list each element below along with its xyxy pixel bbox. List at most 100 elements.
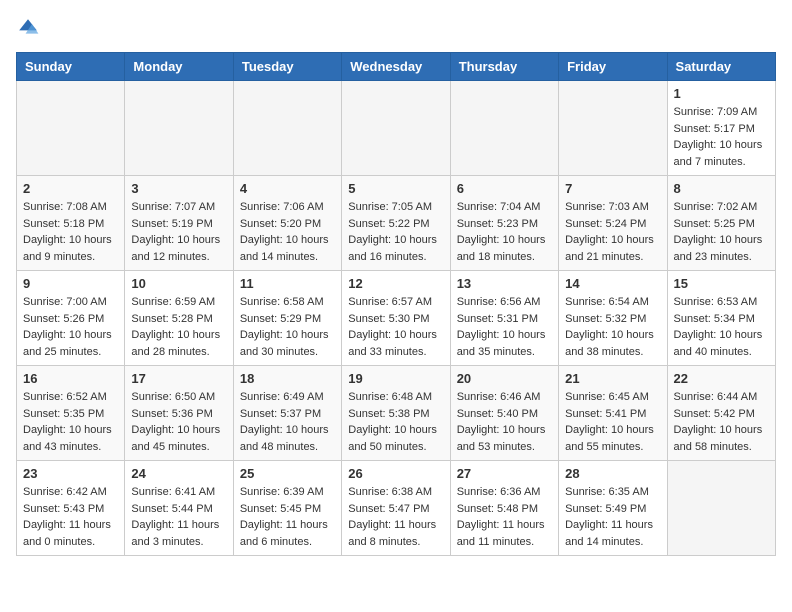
day-number: 24 [131,466,226,481]
calendar-cell: 7 Sunrise: 7:03 AM Sunset: 5:24 PM Daylig… [559,176,667,271]
day-number: 10 [131,276,226,291]
day-info: Sunrise: 6:53 AM Sunset: 5:34 PM Dayligh… [674,294,769,360]
calendar-cell: 19 Sunrise: 6:48 AM Sunset: 5:38 PM Dayli… [342,366,450,461]
day-info: Sunrise: 7:08 AM Sunset: 5:18 PM Dayligh… [23,199,118,265]
calendar-cell: 6 Sunrise: 7:04 AM Sunset: 5:23 PM Daylig… [450,176,558,271]
day-number: 22 [674,371,769,386]
day-info: Sunrise: 7:02 AM Sunset: 5:25 PM Dayligh… [674,199,769,265]
calendar-table: SundayMondayTuesdayWednesdayThursdayFrid… [16,52,776,556]
day-info: Sunrise: 6:36 AM Sunset: 5:48 PM Dayligh… [457,484,552,550]
day-info: Sunrise: 6:44 AM Sunset: 5:42 PM Dayligh… [674,389,769,455]
calendar-cell [17,81,125,176]
day-info: Sunrise: 6:49 AM Sunset: 5:37 PM Dayligh… [240,389,335,455]
calendar-cell [125,81,233,176]
day-number: 3 [131,181,226,196]
day-number: 8 [674,181,769,196]
day-info: Sunrise: 6:50 AM Sunset: 5:36 PM Dayligh… [131,389,226,455]
logo-icon [16,16,40,40]
day-number: 13 [457,276,552,291]
calendar-header-wednesday: Wednesday [342,53,450,81]
calendar-cell [342,81,450,176]
day-info: Sunrise: 7:04 AM Sunset: 5:23 PM Dayligh… [457,199,552,265]
calendar-cell: 25Sunrise: 6:39 AM Sunset: 5:45 PM Dayli… [233,461,341,556]
day-info: Sunrise: 7:00 AM Sunset: 5:26 PM Dayligh… [23,294,118,360]
calendar-week-row: 16 Sunrise: 6:52 AM Sunset: 5:35 PM Dayli… [17,366,776,461]
day-number: 26 [348,466,443,481]
calendar-header-saturday: Saturday [667,53,775,81]
calendar-cell [233,81,341,176]
day-info: Sunrise: 6:52 AM Sunset: 5:35 PM Dayligh… [23,389,118,455]
calendar-cell: 15 Sunrise: 6:53 AM Sunset: 5:34 PM Dayli… [667,271,775,366]
calendar-cell [450,81,558,176]
calendar-cell: 10Sunrise: 6:59 AM Sunset: 5:28 PM Dayli… [125,271,233,366]
calendar-cell: 3 Sunrise: 7:07 AM Sunset: 5:19 PM Daylig… [125,176,233,271]
day-number: 16 [23,371,118,386]
calendar-cell: 18 Sunrise: 6:49 AM Sunset: 5:37 PM Dayli… [233,366,341,461]
calendar-cell: 9 Sunrise: 7:00 AM Sunset: 5:26 PM Daylig… [17,271,125,366]
day-info: Sunrise: 6:35 AM Sunset: 5:49 PM Dayligh… [565,484,660,550]
day-info: Sunrise: 6:45 AM Sunset: 5:41 PM Dayligh… [565,389,660,455]
day-number: 9 [23,276,118,291]
calendar-week-row: 23 Sunrise: 6:42 AM Sunset: 5:43 PM Dayli… [17,461,776,556]
calendar-week-row: 9 Sunrise: 7:00 AM Sunset: 5:26 PM Daylig… [17,271,776,366]
day-number: 25 [240,466,335,481]
calendar-header-tuesday: Tuesday [233,53,341,81]
day-number: 15 [674,276,769,291]
day-info: Sunrise: 6:46 AM Sunset: 5:40 PM Dayligh… [457,389,552,455]
calendar-cell: 4Sunrise: 7:06 AM Sunset: 5:20 PM Daylig… [233,176,341,271]
day-info: Sunrise: 6:48 AM Sunset: 5:38 PM Dayligh… [348,389,443,455]
day-info: Sunrise: 6:38 AM Sunset: 5:47 PM Dayligh… [348,484,443,550]
calendar-cell: 21 Sunrise: 6:45 AM Sunset: 5:41 PM Dayli… [559,366,667,461]
day-info: Sunrise: 7:09 AM Sunset: 5:17 PM Dayligh… [674,104,769,170]
calendar-header-row: SundayMondayTuesdayWednesdayThursdayFrid… [17,53,776,81]
day-number: 20 [457,371,552,386]
day-info: Sunrise: 6:54 AM Sunset: 5:32 PM Dayligh… [565,294,660,360]
calendar-cell: 5Sunrise: 7:05 AM Sunset: 5:22 PM Daylig… [342,176,450,271]
day-number: 1 [674,86,769,101]
calendar-cell: 20 Sunrise: 6:46 AM Sunset: 5:40 PM Dayli… [450,366,558,461]
calendar-cell: 1 Sunrise: 7:09 AM Sunset: 5:17 PM Daylig… [667,81,775,176]
calendar-cell [559,81,667,176]
calendar-cell: 23 Sunrise: 6:42 AM Sunset: 5:43 PM Dayli… [17,461,125,556]
calendar-cell: 16 Sunrise: 6:52 AM Sunset: 5:35 PM Dayli… [17,366,125,461]
day-info: Sunrise: 6:42 AM Sunset: 5:43 PM Dayligh… [23,484,118,550]
calendar-week-row: 1 Sunrise: 7:09 AM Sunset: 5:17 PM Daylig… [17,81,776,176]
day-number: 7 [565,181,660,196]
calendar-cell: 22 Sunrise: 6:44 AM Sunset: 5:42 PM Dayli… [667,366,775,461]
calendar-cell: 13 Sunrise: 6:56 AM Sunset: 5:31 PM Dayli… [450,271,558,366]
calendar-header-thursday: Thursday [450,53,558,81]
day-info: Sunrise: 7:03 AM Sunset: 5:24 PM Dayligh… [565,199,660,265]
logo [16,16,44,40]
calendar-cell: 2Sunrise: 7:08 AM Sunset: 5:18 PM Daylig… [17,176,125,271]
day-number: 6 [457,181,552,196]
calendar-cell: 28 Sunrise: 6:35 AM Sunset: 5:49 PM Dayli… [559,461,667,556]
calendar-cell: 8 Sunrise: 7:02 AM Sunset: 5:25 PM Daylig… [667,176,775,271]
day-number: 19 [348,371,443,386]
calendar-cell [667,461,775,556]
calendar-cell: 11Sunrise: 6:58 AM Sunset: 5:29 PM Dayli… [233,271,341,366]
page-header [16,16,776,40]
calendar-header-monday: Monday [125,53,233,81]
day-number: 28 [565,466,660,481]
day-info: Sunrise: 6:57 AM Sunset: 5:30 PM Dayligh… [348,294,443,360]
day-number: 14 [565,276,660,291]
calendar-cell: 24 Sunrise: 6:41 AM Sunset: 5:44 PM Dayli… [125,461,233,556]
day-number: 18 [240,371,335,386]
day-number: 11 [240,276,335,291]
day-number: 23 [23,466,118,481]
day-info: Sunrise: 6:41 AM Sunset: 5:44 PM Dayligh… [131,484,226,550]
day-number: 17 [131,371,226,386]
calendar-cell: 12 Sunrise: 6:57 AM Sunset: 5:30 PM Dayli… [342,271,450,366]
day-number: 21 [565,371,660,386]
calendar-cell: 27 Sunrise: 6:36 AM Sunset: 5:48 PM Dayli… [450,461,558,556]
calendar-cell: 14 Sunrise: 6:54 AM Sunset: 5:32 PM Dayli… [559,271,667,366]
calendar-header-sunday: Sunday [17,53,125,81]
day-info: Sunrise: 7:07 AM Sunset: 5:19 PM Dayligh… [131,199,226,265]
calendar-cell: 17 Sunrise: 6:50 AM Sunset: 5:36 PM Dayli… [125,366,233,461]
day-number: 5 [348,181,443,196]
day-number: 27 [457,466,552,481]
day-number: 4 [240,181,335,196]
day-number: 12 [348,276,443,291]
calendar-cell: 26 Sunrise: 6:38 AM Sunset: 5:47 PM Dayli… [342,461,450,556]
day-info: Sunrise: 6:56 AM Sunset: 5:31 PM Dayligh… [457,294,552,360]
